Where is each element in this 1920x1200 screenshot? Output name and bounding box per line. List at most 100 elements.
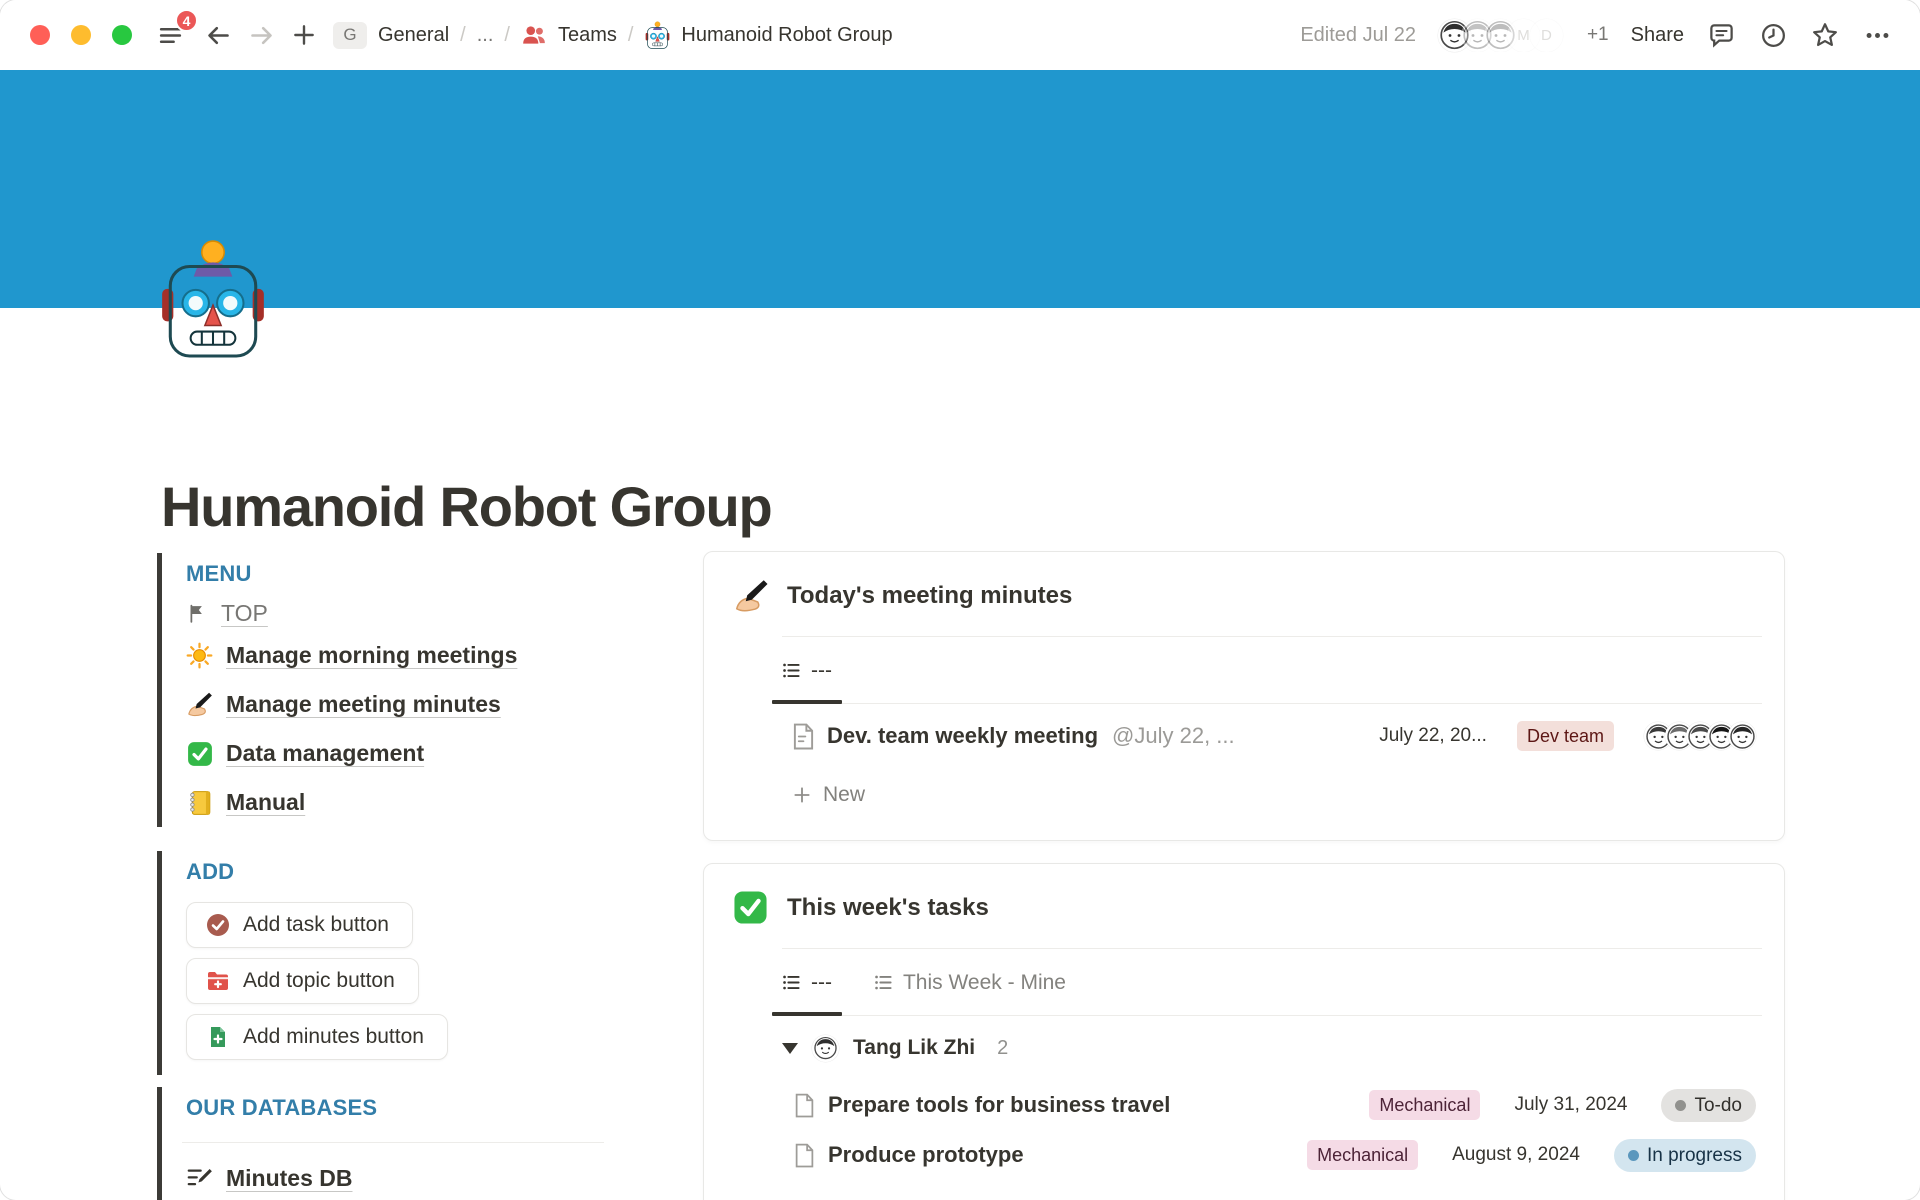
tab-label: --- xyxy=(811,659,832,683)
meeting-row[interactable]: Dev. team weekly meeting @July 22, ... J… xyxy=(704,704,1784,768)
minutes-db-link[interactable]: Minutes DB xyxy=(186,1143,627,1200)
add-button-label: Add task button xyxy=(243,913,389,937)
check-icon xyxy=(733,890,769,926)
new-meeting-button[interactable]: New xyxy=(704,768,1784,822)
menu-item-label: Data management xyxy=(226,740,424,767)
breadcrumb-separator: / xyxy=(460,24,466,47)
more-options-icon[interactable] xyxy=(1862,20,1892,50)
new-page-button[interactable] xyxy=(289,20,319,50)
tasks-view-tabs: --- This Week - Mine xyxy=(704,949,1784,1016)
menu-item-label: TOP xyxy=(221,600,268,627)
close-window-button[interactable] xyxy=(30,25,50,45)
minutes-view-tabs: --- xyxy=(704,637,1784,704)
topbar-right: Edited Jul 22 M D +1 Share xyxy=(1300,19,1892,52)
sidebar-toggle-button[interactable]: 4 xyxy=(155,20,185,50)
list-view-icon xyxy=(874,973,893,992)
add-task-button[interactable]: Add task button xyxy=(186,902,413,948)
document-icon xyxy=(794,1093,815,1118)
tab-this-week-mine[interactable]: This Week - Mine xyxy=(862,949,1078,1016)
tasks-card-title: This week's tasks xyxy=(787,894,989,922)
minimize-window-button[interactable] xyxy=(71,25,91,45)
assignee-name: Tang Lik Zhi xyxy=(853,1036,975,1060)
meeting-title: Dev. team weekly meeting xyxy=(827,723,1098,749)
assignee-group-header[interactable]: Tang Lik Zhi 2 xyxy=(704,1016,1784,1080)
favorite-star-icon[interactable] xyxy=(1810,20,1840,50)
status-dot xyxy=(1675,1100,1686,1111)
new-button-label: New xyxy=(823,783,865,807)
page-cover[interactable] xyxy=(0,70,1920,308)
category-tag: Mechanical xyxy=(1307,1140,1418,1170)
check-icon xyxy=(186,740,213,767)
breadcrumb-separator: / xyxy=(628,24,634,47)
add-minutes-button[interactable]: Add minutes button xyxy=(186,1014,448,1060)
group-task-count: 2 xyxy=(997,1037,1008,1060)
teams-people-icon xyxy=(521,22,547,48)
menu-item-manual[interactable]: Manual xyxy=(186,778,627,827)
menu-item-manage-meeting-minutes[interactable]: Manage meeting minutes xyxy=(186,680,627,729)
menu-item-manage-morning-meetings[interactable]: Manage morning meetings xyxy=(186,631,627,680)
last-edited-label[interactable]: Edited Jul 22 xyxy=(1300,24,1416,47)
status-dot xyxy=(1628,1150,1639,1161)
avatar-overflow-count[interactable]: +1 xyxy=(1587,24,1609,46)
menu-item-top[interactable]: TOP xyxy=(186,595,627,631)
task-due-date: August 9, 2024 xyxy=(1452,1144,1580,1166)
task-title: Prepare tools for business travel xyxy=(828,1092,1170,1118)
workspace-chip[interactable]: G xyxy=(333,22,367,49)
menu-item-label: Manual xyxy=(226,789,305,816)
add-button-label: Add topic button xyxy=(243,969,395,993)
sun-icon xyxy=(186,642,213,669)
weekly-tasks-card: This week's tasks --- This Week - Mine T… xyxy=(703,863,1785,1200)
menu-header: MENU xyxy=(186,553,627,595)
menu-section: MENU TOP Manage morning meetings Manage … xyxy=(157,553,627,827)
topbar: 4 G General / ... / Teams / Humanoid Rob… xyxy=(0,0,1920,70)
menu-item-label: Manage morning meetings xyxy=(226,642,517,669)
flag-icon xyxy=(186,602,208,624)
share-button[interactable]: Share xyxy=(1631,24,1684,47)
breadcrumb: G General / ... / Teams / Humanoid Robot… xyxy=(333,21,893,49)
task-row-properties: Mechanical July 31, 2024 To-do xyxy=(1369,1089,1756,1122)
updates-clock-icon[interactable] xyxy=(1758,20,1788,50)
robot-page-icon-small xyxy=(644,21,670,49)
breadcrumb-ellipsis[interactable]: ... xyxy=(477,24,494,47)
avatar-initial-d: D xyxy=(1530,19,1563,52)
databases-header: OUR DATABASES xyxy=(186,1087,627,1129)
tab-label: --- xyxy=(811,971,832,995)
tab-default-view[interactable]: --- xyxy=(770,637,844,704)
status-badge: To-do xyxy=(1661,1089,1756,1122)
page-title[interactable]: Humanoid Robot Group xyxy=(161,474,772,539)
menu-item-data-management[interactable]: Data management xyxy=(186,729,627,778)
task-row[interactable]: Prepare tools for business travel Mechan… xyxy=(704,1080,1784,1130)
meeting-minutes-card: Today's meeting minutes --- Dev. team we… xyxy=(703,551,1785,841)
breadcrumb-separator: / xyxy=(504,24,510,47)
comments-icon[interactable] xyxy=(1706,20,1736,50)
tasks-card-header: This week's tasks xyxy=(704,864,1784,948)
robot-page-icon[interactable] xyxy=(162,238,264,358)
add-button-label: Add minutes button xyxy=(243,1025,424,1049)
document-icon xyxy=(792,723,815,750)
task-check-icon xyxy=(206,913,230,937)
zoom-window-button[interactable] xyxy=(112,25,132,45)
breadcrumb-teams[interactable]: Teams xyxy=(558,24,617,47)
traffic-lights xyxy=(30,25,132,45)
minutes-card-title: Today's meeting minutes xyxy=(787,582,1072,610)
breadcrumb-current-page[interactable]: Humanoid Robot Group xyxy=(681,24,892,47)
viewer-avatar-stack[interactable]: M D xyxy=(1438,19,1563,52)
status-badge: In progress xyxy=(1614,1139,1756,1172)
minutes-card-header: Today's meeting minutes xyxy=(704,552,1784,636)
add-topic-button[interactable]: Add topic button xyxy=(186,958,419,1004)
writing-hand-icon xyxy=(186,691,213,718)
task-row[interactable]: Produce prototype Mechanical August 9, 2… xyxy=(704,1130,1784,1180)
add-header: ADD xyxy=(186,851,627,893)
menu-item-label: Manage meeting minutes xyxy=(226,691,501,718)
doc-plus-icon xyxy=(206,1025,230,1049)
writing-hand-icon xyxy=(733,578,769,614)
ledger-icon xyxy=(186,789,213,816)
collapse-triangle-icon[interactable] xyxy=(782,1043,798,1054)
notification-badge: 4 xyxy=(175,9,198,32)
breadcrumb-general[interactable]: General xyxy=(378,24,449,47)
tab-default-view[interactable]: --- xyxy=(770,949,844,1016)
back-button[interactable] xyxy=(203,20,233,50)
list-view-icon xyxy=(782,973,801,992)
app-window: 4 G General / ... / Teams / Humanoid Rob… xyxy=(0,0,1920,1200)
forward-button[interactable] xyxy=(246,20,276,50)
